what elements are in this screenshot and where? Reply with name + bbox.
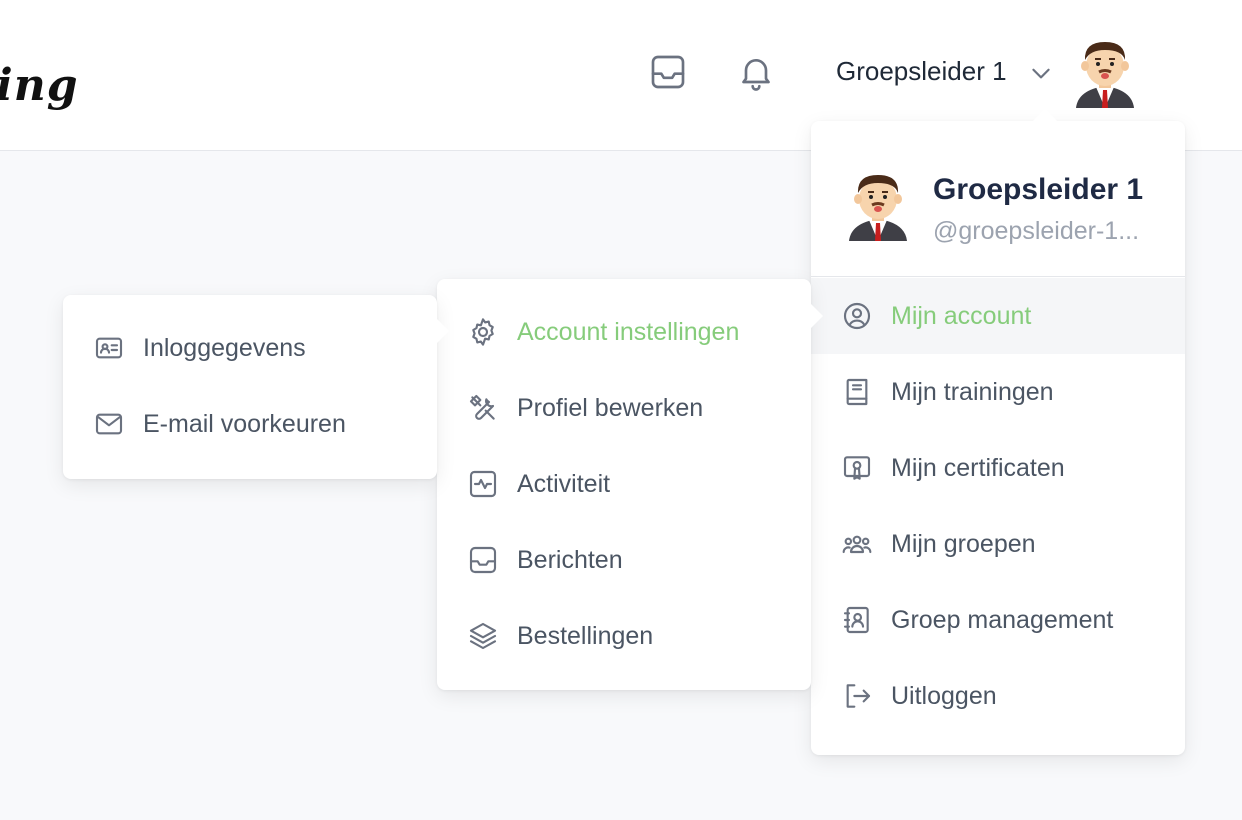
menu-item-mijn-groepen[interactable]: Mijn groepen xyxy=(811,506,1185,582)
menu-item-label: Mijn groepen xyxy=(891,529,1036,558)
layers-icon xyxy=(467,620,499,652)
contact-book-icon xyxy=(841,604,873,636)
submenu-item-inloggegevens[interactable]: Inloggegevens xyxy=(63,310,437,386)
users-icon xyxy=(841,528,873,560)
submenu-item-profiel-bewerken[interactable]: Profiel bewerken xyxy=(437,370,811,446)
profile-name: Groepsleider 1 xyxy=(933,173,1144,206)
menu-item-groep-management[interactable]: Groep management xyxy=(811,582,1185,658)
submenu-item-label: E-mail voorkeuren xyxy=(143,409,346,438)
submenu-item-label: Account instellingen xyxy=(517,317,740,346)
menu-item-label: Mijn certificaten xyxy=(891,453,1065,482)
avatar[interactable] xyxy=(1074,36,1136,108)
profile-dropdown: Groepsleider 1 @groepsleider-1... Mijn a… xyxy=(811,109,1185,755)
menu-item-uitloggen[interactable]: Uitloggen xyxy=(811,658,1185,734)
submenu-item-berichten[interactable]: Berichten xyxy=(437,522,811,598)
gear-icon xyxy=(467,316,499,348)
menu-item-label: Mijn trainingen xyxy=(891,377,1054,406)
submenu-item-label: Bestellingen xyxy=(517,621,654,650)
id-card-icon xyxy=(93,332,125,364)
divider xyxy=(811,276,1185,277)
profile-avatar xyxy=(847,169,909,241)
book-icon xyxy=(841,376,873,408)
menu-item-mijn-trainingen[interactable]: Mijn trainingen xyxy=(811,354,1185,430)
submenu-caret xyxy=(437,319,449,343)
activity-icon xyxy=(467,468,499,500)
dropdown-caret xyxy=(1033,109,1057,121)
submenu-item-label: Activiteit xyxy=(517,469,611,498)
submenu-item-activiteit[interactable]: Activiteit xyxy=(437,446,811,522)
submenu-caret xyxy=(811,304,823,328)
menu-item-label: Uitloggen xyxy=(891,681,997,710)
certificate-icon xyxy=(841,452,873,484)
mail-icon xyxy=(93,408,125,440)
bell-icon[interactable] xyxy=(736,52,776,92)
submenu-item-label: Berichten xyxy=(517,545,623,574)
logout-icon xyxy=(841,680,873,712)
menu-item-mijn-certificaten[interactable]: Mijn certificaten xyxy=(811,430,1185,506)
inbox-icon xyxy=(467,544,499,576)
inbox-icon[interactable] xyxy=(648,52,688,92)
chevron-down-icon[interactable] xyxy=(1028,60,1054,86)
submenu-item-bestellingen[interactable]: Bestellingen xyxy=(437,598,811,674)
logo[interactable]: ing xyxy=(0,60,78,111)
menu-item-mijn-account[interactable]: Mijn account xyxy=(811,278,1185,354)
user-circle-icon xyxy=(841,300,873,332)
submenu-item-label: Inloggegevens xyxy=(143,333,306,362)
submenu-item-account-instellingen[interactable]: Account instellingen xyxy=(437,294,811,370)
menu-item-label: Mijn account xyxy=(891,301,1032,330)
user-menu-name[interactable]: Groepsleider 1 xyxy=(836,56,1007,87)
tools-icon xyxy=(467,392,499,424)
submenu-item-email-voorkeuren[interactable]: E-mail voorkeuren xyxy=(63,386,437,462)
submenu-item-label: Profiel bewerken xyxy=(517,393,704,422)
profile-username: @groepsleider-1... xyxy=(933,217,1140,245)
menu-item-label: Groep management xyxy=(891,605,1114,634)
account-submenu: Account instellingen Profiel bewerken Ac… xyxy=(437,279,823,690)
settings-submenu: Inloggegevens E-mail voorkeuren xyxy=(63,295,449,479)
